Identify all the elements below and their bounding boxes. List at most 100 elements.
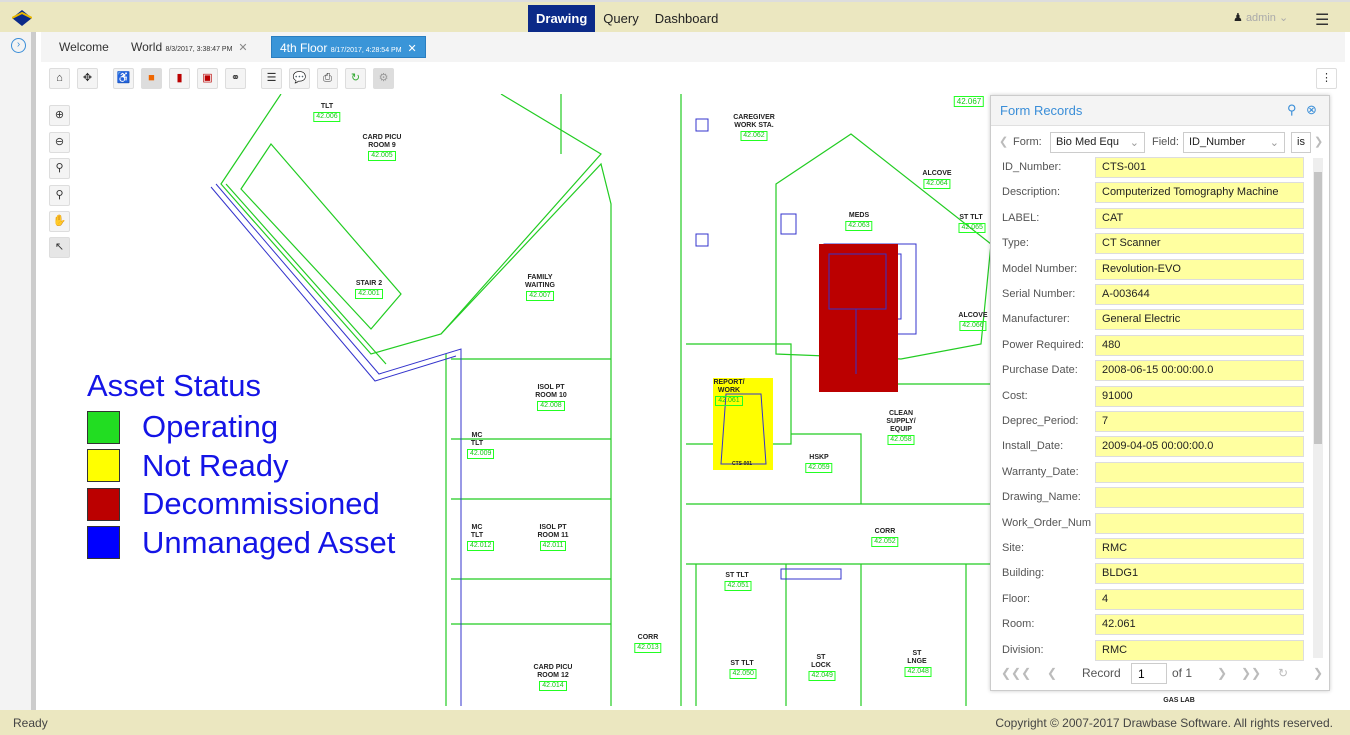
- room-label[interactable]: REPORT/ WORK 42.061: [709, 379, 749, 406]
- layers-icon[interactable]: ☰: [261, 68, 282, 89]
- close-circle-icon[interactable]: ⊗: [1306, 102, 1317, 118]
- field-select[interactable]: ID_Number ⌄: [1183, 132, 1285, 153]
- nav-query[interactable]: Query: [595, 5, 646, 32]
- room-label[interactable]: MEDS 42.063: [845, 212, 873, 231]
- close-icon[interactable]: ✕: [408, 43, 417, 55]
- user-menu[interactable]: ♟ admin ⌄: [1233, 11, 1288, 24]
- field-value[interactable]: [1095, 512, 1304, 534]
- thermometer-icon[interactable]: ▮: [169, 68, 190, 89]
- room-label[interactable]: ST TLT 42.065: [958, 214, 986, 233]
- field-value[interactable]: 91000: [1095, 385, 1304, 407]
- field-value[interactable]: 4: [1095, 588, 1304, 610]
- scrollbar-thumb[interactable]: [1314, 172, 1322, 444]
- first-page-icon[interactable]: ❮❮❮: [1001, 666, 1031, 680]
- field-label: Building:: [1002, 567, 1045, 580]
- print-icon[interactable]: ⎙: [317, 68, 338, 89]
- room-label[interactable]: CARD PICU ROOM 12 42.014: [528, 664, 578, 691]
- field-value[interactable]: 480: [1095, 334, 1304, 356]
- field-value[interactable]: 7: [1095, 411, 1304, 432]
- room-label[interactable]: 42.067: [953, 95, 985, 107]
- room-label[interactable]: FAMILY WAITING 42.007: [520, 274, 560, 301]
- chevron-left-icon[interactable]: ❮: [999, 135, 1008, 148]
- field-value[interactable]: RMC: [1095, 639, 1304, 661]
- field-value[interactable]: Revolution-EVO: [1095, 258, 1304, 280]
- close-icon[interactable]: ✕: [238, 42, 247, 54]
- field-value[interactable]: General Electric: [1095, 309, 1304, 331]
- settings-icon[interactable]: ⚙: [373, 68, 394, 89]
- room-label[interactable]: ISOL PT ROOM 10 42.008: [531, 384, 571, 411]
- room-label[interactable]: MC TLT 42.009: [467, 432, 495, 459]
- room-label[interactable]: CAREGIVER WORK STA. 42.062: [727, 114, 782, 141]
- field-value[interactable]: RMC: [1095, 538, 1304, 559]
- factory-icon[interactable]: ▣: [197, 68, 218, 89]
- room-label[interactable]: GAS LAB: [1163, 697, 1195, 705]
- field-value[interactable]: 2008-06-15 00:00:00.0: [1095, 360, 1304, 382]
- room-label[interactable]: ST TLT 42.051: [724, 572, 752, 591]
- form-select[interactable]: Bio Med Equ ⌄: [1050, 132, 1145, 153]
- room-label[interactable]: CORR 42.052: [871, 528, 899, 547]
- legend-item: Operating: [87, 408, 395, 447]
- asset-label[interactable]: CTS-001: [732, 460, 752, 468]
- chevron-right-icon[interactable]: ❯: [1314, 135, 1323, 148]
- expand-sidebar-icon[interactable]: ›: [11, 38, 26, 53]
- room-label[interactable]: CORR 42.013: [634, 634, 662, 653]
- tab-welcome[interactable]: Welcome: [51, 36, 117, 58]
- field-value[interactable]: CTS-001: [1095, 157, 1304, 178]
- field-value[interactable]: CAT: [1095, 207, 1304, 229]
- next-page-icon[interactable]: ❯: [1217, 666, 1227, 680]
- link-icon[interactable]: ⚭: [225, 68, 246, 89]
- field-value[interactable]: Computerized Tomography Machine: [1095, 182, 1304, 204]
- zoom-previous-icon[interactable]: ⚲: [49, 185, 70, 206]
- nav-drawing[interactable]: Drawing: [528, 5, 596, 32]
- zoom-in-icon[interactable]: ⊕: [49, 105, 70, 126]
- field-row: Deprec_Period: 7: [1002, 411, 1304, 433]
- occupancy-icon[interactable]: ■: [141, 68, 162, 89]
- pan-hand-icon[interactable]: ✋: [49, 211, 70, 232]
- room-label[interactable]: TLT 42.006: [313, 103, 341, 122]
- zoom-out-icon[interactable]: ⊖: [49, 132, 70, 153]
- room-label[interactable]: ISOL PT ROOM 11 42.011: [533, 524, 573, 551]
- field-label: Model Number:: [1002, 262, 1078, 275]
- nav-dashboard[interactable]: Dashboard: [647, 5, 727, 32]
- field-value[interactable]: BLDG1: [1095, 563, 1304, 585]
- prev-page-icon[interactable]: ❮: [1047, 666, 1057, 680]
- chevron-down-icon: ⌄: [1278, 12, 1289, 24]
- chevron-right-icon[interactable]: ❯: [1313, 666, 1323, 680]
- record-number-input[interactable]: [1131, 663, 1167, 684]
- room-label[interactable]: ALCOVE 42.064: [922, 170, 952, 189]
- location-pin-icon[interactable]: ⚲: [1287, 102, 1297, 118]
- field-value[interactable]: A-003644: [1095, 284, 1304, 305]
- more-options-icon[interactable]: ⋮: [1316, 68, 1337, 89]
- refresh-icon[interactable]: ↻: [345, 68, 366, 89]
- room-label[interactable]: CLEAN SUPPLY/ EQUIP 42.058: [879, 410, 924, 445]
- room-label[interactable]: STAIR 2 42.001: [354, 280, 384, 299]
- scrollbar[interactable]: [1313, 158, 1323, 658]
- field-value[interactable]: CT Scanner: [1095, 233, 1304, 255]
- tab-4th-floor[interactable]: 4th Floor 8/17/2017, 4:28:54 PM ✕: [271, 36, 426, 58]
- field-label: Manufacturer:: [1002, 313, 1070, 326]
- zoom-extents-icon[interactable]: ✥: [77, 68, 98, 89]
- room-label[interactable]: HSKP 42.059: [805, 454, 833, 473]
- field-value[interactable]: 2009-04-05 00:00:00.0: [1095, 436, 1304, 458]
- tab-world[interactable]: World 8/3/2017, 3:38:47 PM ✕: [123, 36, 256, 58]
- hamburger-menu-icon[interactable]: ☰: [1315, 10, 1329, 30]
- home-icon[interactable]: ⌂: [49, 68, 70, 89]
- chat-icon[interactable]: 💬: [289, 68, 310, 89]
- field-value[interactable]: [1095, 487, 1304, 509]
- room-label[interactable]: ALCOVE 42.066: [958, 312, 988, 331]
- reload-icon[interactable]: ↻: [1278, 666, 1288, 680]
- wheelchair-icon[interactable]: ♿: [113, 68, 134, 89]
- room-label[interactable]: ST TLT 42.050: [729, 660, 757, 679]
- room-label[interactable]: ST LOCK 42.049: [808, 654, 836, 681]
- operator-select[interactable]: is: [1291, 132, 1311, 153]
- select-pointer-icon[interactable]: ↖: [49, 237, 70, 258]
- decommissioned-swatch: [87, 487, 120, 521]
- room-label[interactable]: CARD PICU ROOM 9 42.005: [357, 134, 407, 161]
- room-label[interactable]: MC TLT 42.012: [467, 524, 495, 551]
- not-ready-swatch: [87, 449, 120, 483]
- field-value[interactable]: [1095, 461, 1304, 483]
- field-value[interactable]: 42.061: [1095, 614, 1304, 636]
- room-label[interactable]: ST LNGE 42.048: [904, 650, 932, 677]
- last-page-icon[interactable]: ❯❯: [1241, 666, 1261, 680]
- zoom-window-icon[interactable]: ⚲: [49, 158, 70, 179]
